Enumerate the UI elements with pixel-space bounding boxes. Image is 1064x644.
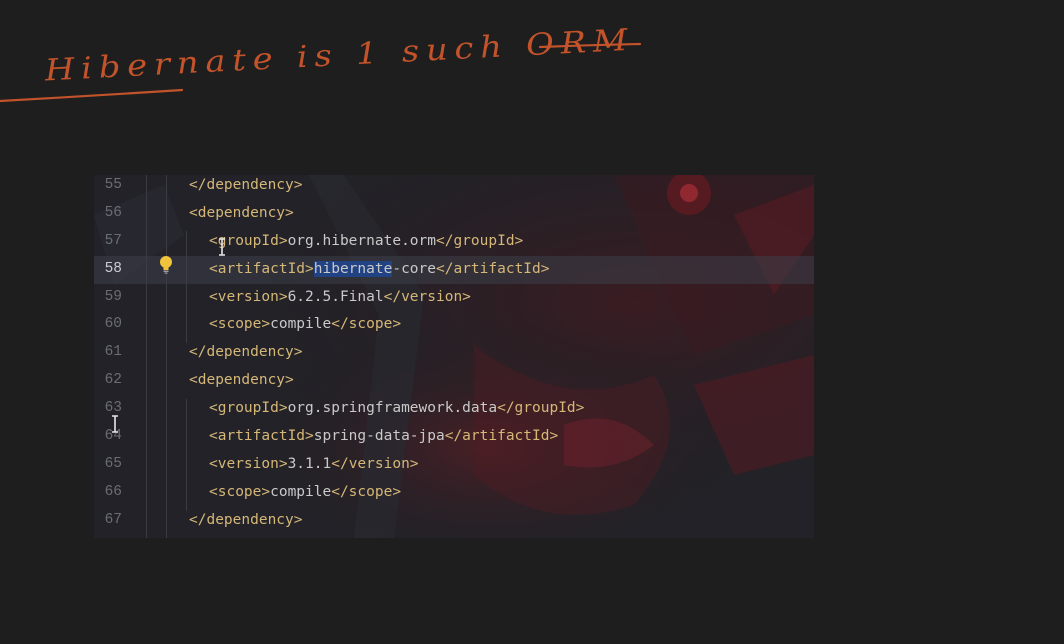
xml-tag: <scope> — [209, 316, 271, 333]
code-text[interactable]: <groupId>org.springframework.data</group… — [209, 395, 584, 423]
code-line-65[interactable]: 65 <version>3.1.1</version> — [94, 451, 814, 479]
code-text[interactable]: <dependency> — [189, 367, 294, 395]
code-text[interactable]: <artifactId>hibernate-core</artifactId> — [209, 256, 550, 284]
line-number[interactable]: 65 — [94, 451, 122, 479]
xml-tag: </scope> — [331, 316, 402, 333]
xml-tag: </version> — [383, 288, 471, 305]
line-number[interactable]: 57 — [94, 228, 122, 256]
xml-tag: </dependency> — [189, 511, 303, 528]
code-line-67[interactable]: 67 </dependency> — [94, 507, 814, 535]
xml-tag: <dependency> — [189, 372, 294, 389]
xml-tag: <version> — [209, 288, 288, 305]
code-line-66[interactable]: 66 <scope>compile</scope> — [94, 479, 814, 507]
xml-value: org.hibernate.orm — [287, 232, 436, 249]
code-text[interactable]: <groupId>org.hibernate.orm</groupId> — [209, 228, 523, 256]
xml-value: compile — [270, 483, 332, 500]
code-text[interactable]: </dependency> — [189, 339, 303, 367]
code-text[interactable]: <version>3.1.1</version> — [209, 451, 419, 479]
xml-tag: <version> — [209, 455, 288, 472]
line-number[interactable]: 55 — [94, 175, 122, 200]
line-number[interactable]: 59 — [94, 284, 122, 312]
code-line-61[interactable]: 61 </dependency> — [94, 339, 814, 367]
code-line-55[interactable]: 55 </dependency> — [94, 175, 814, 200]
code-line-63[interactable]: 63 <groupId>org.springframework.data</gro… — [94, 395, 814, 423]
text-cursor-icon — [112, 415, 118, 433]
xml-value: spring-data-jpa — [313, 428, 445, 445]
xml-tag: <groupId> — [209, 400, 288, 417]
intention-bulb-icon[interactable] — [158, 255, 174, 275]
xml-tag: </scope> — [331, 483, 402, 500]
annotation-text: Hibernate is 1 such ORM — [43, 23, 635, 89]
xml-tag: </dependency> — [189, 344, 303, 361]
code-line-56[interactable]: 56 <dependency> — [94, 200, 814, 228]
xml-tag: </groupId> — [435, 232, 524, 249]
code-line-60[interactable]: 60 <scope>compile</scope> — [94, 311, 814, 339]
code-text[interactable]: <artifactId>spring-data-jpa</artifactId> — [209, 423, 558, 451]
xml-tag: <artifactId> — [209, 260, 314, 277]
code-text[interactable]: <scope>compile</scope> — [209, 311, 401, 339]
code-text[interactable]: </dependency> — [189, 507, 303, 535]
line-number[interactable]: 60 — [94, 311, 122, 339]
line-number[interactable]: 67 — [94, 507, 122, 535]
text-cursor-icon — [219, 238, 225, 256]
xml-tag: </groupId> — [497, 400, 585, 417]
annotation-underline-hibernate — [0, 88, 184, 103]
xml-tag: <scope> — [209, 483, 271, 500]
xml-tag: </version> — [331, 455, 419, 472]
line-number[interactable]: 61 — [94, 339, 122, 367]
code-text[interactable]: </dependency> — [189, 175, 303, 200]
line-number[interactable]: 56 — [94, 200, 122, 228]
code-line-58[interactable]: 58 <artifactId>hibernate-core</artifactId… — [94, 255, 814, 284]
xml-tag: </artifactId> — [444, 428, 559, 445]
line-number[interactable]: 58 — [94, 256, 122, 284]
code-text[interactable]: <scope>compile</scope> — [209, 479, 401, 507]
code-editor[interactable]: 55 </dependency> 56 <dependency> 57 <groupId>… — [94, 175, 814, 538]
code-lines[interactable]: 55 </dependency> 56 <dependency> 57 <groupId>… — [94, 175, 814, 535]
xml-tag: </dependency> — [189, 177, 303, 193]
code-text[interactable]: <version>6.2.5.Final</version> — [209, 284, 471, 312]
code-line-62[interactable]: 62 <dependency> — [94, 367, 814, 395]
canvas: Hibernate is 1 such ORM 55 </dependency>… — [0, 0, 1064, 644]
xml-value: 6.2.5.Final — [287, 288, 384, 305]
code-text[interactable]: <dependency> — [189, 200, 294, 228]
xml-tag: </artifactId> — [436, 260, 550, 277]
xml-tag: <dependency> — [189, 204, 294, 221]
code-line-57[interactable]: 57 <groupId>org.hibernate.orm</groupId> — [94, 228, 814, 256]
line-number[interactable]: 66 — [94, 479, 122, 507]
selected-text: hibernate — [313, 260, 393, 277]
line-number[interactable]: 62 — [94, 367, 122, 395]
code-line-64[interactable]: 64 <artifactId>spring-data-jpa</artifactI… — [94, 423, 814, 451]
xml-value: org.springframework.data — [287, 400, 498, 417]
xml-value: compile — [270, 316, 332, 333]
handwritten-annotation: Hibernate is 1 such ORM — [0, 23, 642, 103]
code-line-59[interactable]: 59 <version>6.2.5.Final</version> — [94, 284, 814, 312]
xml-tag: <artifactId> — [209, 428, 314, 445]
xml-value: -core — [392, 260, 436, 277]
xml-value: 3.1.1 — [287, 455, 332, 472]
